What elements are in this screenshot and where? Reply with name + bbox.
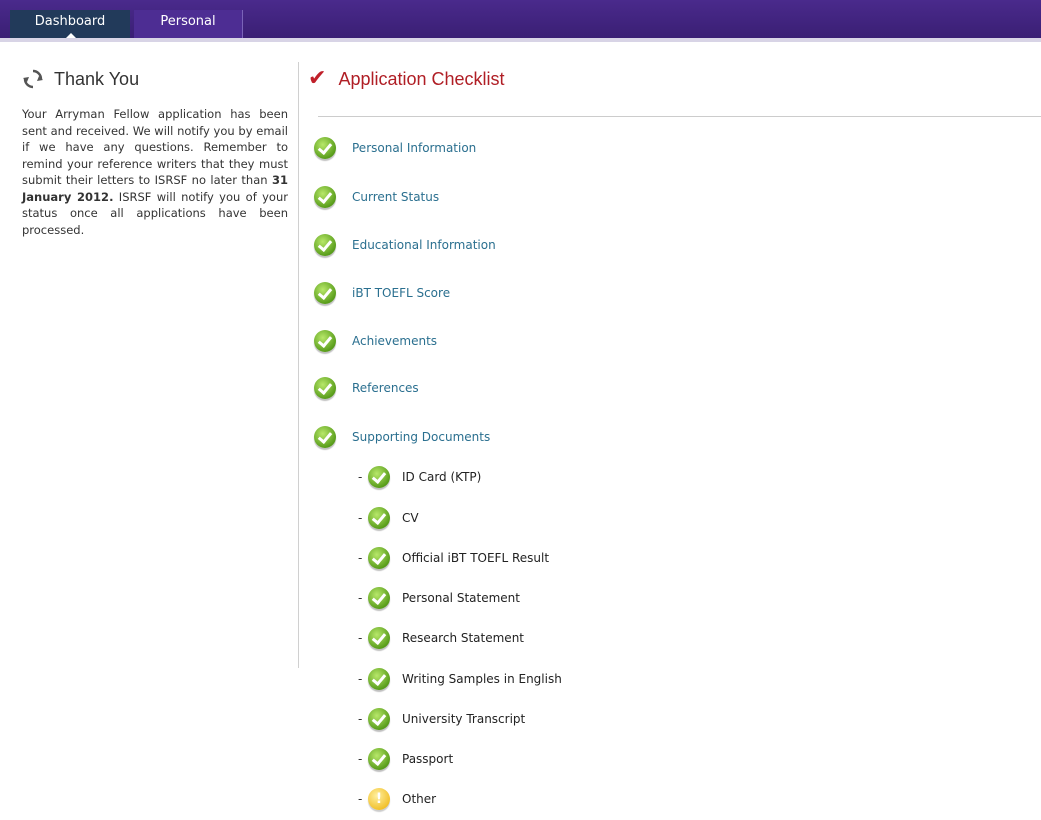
checklist-item-references[interactable]: References [314,374,419,402]
complete-check-icon [314,234,336,256]
document-item-research-statement: - Research Statement [358,625,524,651]
document-item-personal-statement: - Personal Statement [358,585,520,611]
complete-check-icon [314,330,336,352]
thank-you-body-part1: Your Arryman Fellow application has been… [22,107,288,187]
tab-dashboard-label: Dashboard [34,14,106,29]
checklist-item-label[interactable]: Current Status [352,190,439,204]
document-item-label: Research Statement [402,631,525,645]
active-tab-caret-icon [66,33,76,38]
complete-check-icon [314,426,336,448]
document-item-label: Passport [402,752,454,766]
document-item-label: Personal Statement [402,591,520,605]
document-item-label: CV [402,511,419,525]
complete-check-icon [368,748,390,770]
refresh-icon [23,69,43,89]
thank-you-title: Thank You [54,68,140,89]
warning-icon [368,788,390,810]
complete-check-icon [314,282,336,304]
document-item-label: University Transcript [402,712,526,726]
top-nav-bar: Dashboard Personal [0,0,1041,42]
checkmark-icon: ✔ [308,66,327,91]
checklist-item-personal-information[interactable]: Personal Information [314,134,476,162]
checklist-item-label[interactable]: References [352,381,419,395]
checklist-item-label[interactable]: Educational Information [352,238,496,252]
complete-check-icon [314,186,336,208]
tab-personal[interactable]: Personal [134,10,243,38]
checklist-header: ✔ Application Checklist [308,68,505,90]
document-item-id-card: - ID Card (KTP) [358,464,481,490]
checklist-item-ibt-toefl-score[interactable]: iBT TOEFL Score [314,279,450,307]
document-item-cv: - CV [358,505,419,531]
checklist-divider [318,116,1041,117]
complete-check-icon [368,627,390,649]
bullet-dash: - [358,752,363,766]
checklist-item-educational-information[interactable]: Educational Information [314,231,496,259]
complete-check-icon [368,668,390,690]
tab-personal-label: Personal [160,14,216,29]
checklist-title: Application Checklist [338,68,505,89]
panel-divider [298,62,299,668]
bullet-dash: - [358,511,363,525]
document-item-passport: - Passport [358,746,453,772]
complete-check-icon [368,708,390,730]
checklist-item-achievements[interactable]: Achievements [314,327,437,355]
bullet-dash: - [358,792,363,806]
bullet-dash: - [358,470,363,484]
tab-dashboard[interactable]: Dashboard [10,10,130,38]
bullet-dash: - [358,551,363,565]
checklist-item-current-status[interactable]: Current Status [314,183,439,211]
complete-check-icon [368,466,390,488]
document-item-toefl-result: - Official iBT TOEFL Result [358,545,549,571]
bullet-dash: - [358,591,363,605]
checklist-item-label[interactable]: iBT TOEFL Score [352,286,450,300]
complete-check-icon [314,377,336,399]
document-item-label: Other [402,792,437,806]
complete-check-icon [368,547,390,569]
checklist-item-label[interactable]: Supporting Documents [352,430,490,444]
thank-you-message: Your Arryman Fellow application has been… [22,106,288,238]
document-item-label: Writing Samples in English [402,672,562,686]
complete-check-icon [314,137,336,159]
document-item-writing-samples: - Writing Samples in English [358,666,562,692]
document-item-label: ID Card (KTP) [402,470,482,484]
complete-check-icon [368,507,390,529]
thank-you-header: Thank You [22,68,139,90]
document-item-other: - Other [358,786,436,812]
complete-check-icon [368,587,390,609]
bullet-dash: - [358,672,363,686]
checklist-item-supporting-documents[interactable]: Supporting Documents [314,423,490,451]
document-item-university-transcript: - University Transcript [358,706,525,732]
document-item-label: Official iBT TOEFL Result [402,551,550,565]
checklist-item-label[interactable]: Achievements [352,334,437,348]
checklist-item-label[interactable]: Personal Information [352,141,476,155]
bullet-dash: - [358,631,363,645]
bullet-dash: - [358,712,363,726]
